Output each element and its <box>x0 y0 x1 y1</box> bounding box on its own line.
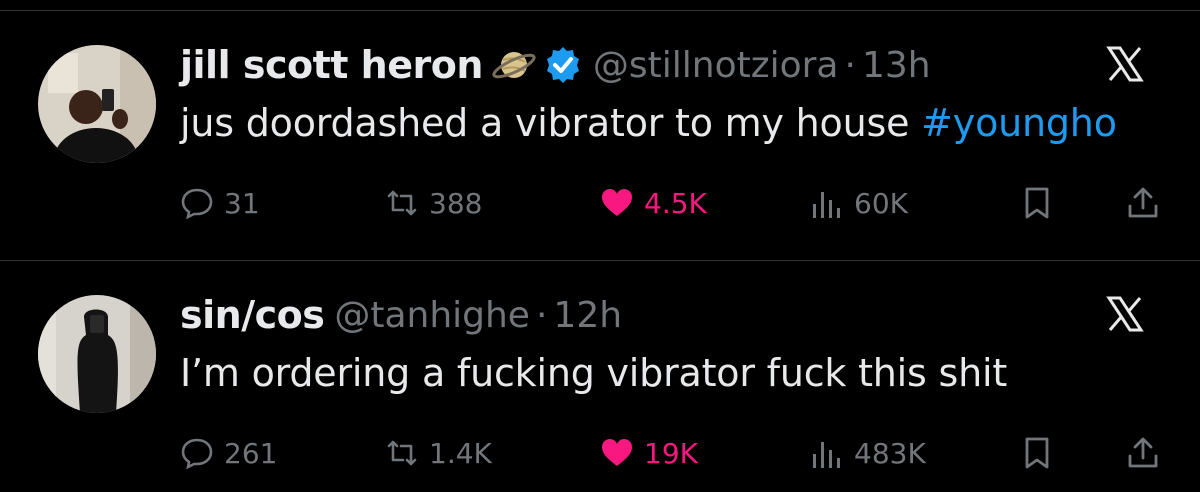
heart-icon <box>602 439 632 466</box>
avatar[interactable] <box>38 45 156 163</box>
x-logo-icon[interactable] <box>1106 45 1144 83</box>
divider <box>0 260 1200 261</box>
retweet-button[interactable]: 388 <box>385 183 482 223</box>
views-count: 60K <box>854 186 908 220</box>
tweet-text-content: jus doordashed a vibrator to my house <box>180 101 922 145</box>
like-count: 4.5K <box>644 186 707 220</box>
tweet-2[interactable]: sin/cos @tanhighe · 12h I’m ordering a f… <box>0 265 1200 492</box>
share-button[interactable] <box>1126 183 1160 223</box>
reply-icon <box>181 188 213 220</box>
retweet-icon <box>387 440 417 466</box>
display-name[interactable]: jill scott heron <box>180 43 483 87</box>
tweet-header: jill scott heron @stillnotziora · 13h <box>180 41 931 89</box>
handle[interactable]: @tanhighe <box>334 295 530 336</box>
action-bar: 31 388 4.5K 60K <box>180 183 1170 223</box>
reply-count: 261 <box>224 436 278 470</box>
views-button[interactable]: 60K <box>810 183 908 223</box>
avatar-photo <box>38 295 156 413</box>
hashtag-link[interactable]: #youngho <box>921 101 1117 145</box>
display-name[interactable]: sin/cos <box>180 293 325 337</box>
timestamp[interactable]: 13h <box>862 45 931 86</box>
divider <box>0 10 1200 11</box>
tweet-text: jus doordashed a vibrator to my house #y… <box>180 101 1117 145</box>
reply-icon <box>181 438 213 470</box>
planet-emoji-icon <box>492 52 536 79</box>
analytics-icon <box>813 192 840 218</box>
views-count: 483K <box>854 436 926 470</box>
tweet-feed: jill scott heron @stillnotziora · 13h ju… <box>0 0 1200 492</box>
retweet-icon <box>387 190 417 216</box>
bookmark-icon <box>1025 437 1049 469</box>
timestamp[interactable]: 12h <box>553 295 622 336</box>
x-logo-icon[interactable] <box>1106 295 1144 333</box>
like-button[interactable]: 4.5K <box>600 183 707 223</box>
bookmark-button[interactable] <box>1020 183 1054 223</box>
action-bar: 261 1.4K 19K 483K <box>180 433 1170 473</box>
reply-count: 31 <box>224 186 260 220</box>
retweet-count: 388 <box>429 186 483 220</box>
retweet-count: 1.4K <box>429 436 492 470</box>
tweet-1[interactable]: jill scott heron @stillnotziora · 13h ju… <box>0 15 1200 255</box>
share-icon <box>1128 437 1158 468</box>
like-button[interactable]: 19K <box>600 433 698 473</box>
separator-dot: · <box>535 294 548 336</box>
share-icon <box>1128 187 1158 218</box>
bookmark-icon <box>1025 187 1049 219</box>
avatar-photo <box>38 45 156 163</box>
bookmark-button[interactable] <box>1020 433 1054 473</box>
separator-dot: · <box>844 44 856 86</box>
heart-icon <box>602 189 632 216</box>
retweet-button[interactable]: 1.4K <box>385 433 492 473</box>
tweet-header: sin/cos @tanhighe · 12h <box>180 291 622 339</box>
analytics-icon <box>813 442 840 468</box>
reply-button[interactable]: 31 <box>180 183 260 223</box>
reply-button[interactable]: 261 <box>180 433 277 473</box>
share-button[interactable] <box>1126 433 1160 473</box>
handle[interactable]: @stillnotziora <box>593 45 839 86</box>
avatar[interactable] <box>38 295 156 413</box>
verified-badge-icon <box>546 47 579 83</box>
tweet-text: I’m ordering a fucking vibrator fuck thi… <box>180 351 1008 395</box>
like-count: 19K <box>644 436 698 470</box>
views-button[interactable]: 483K <box>810 433 926 473</box>
